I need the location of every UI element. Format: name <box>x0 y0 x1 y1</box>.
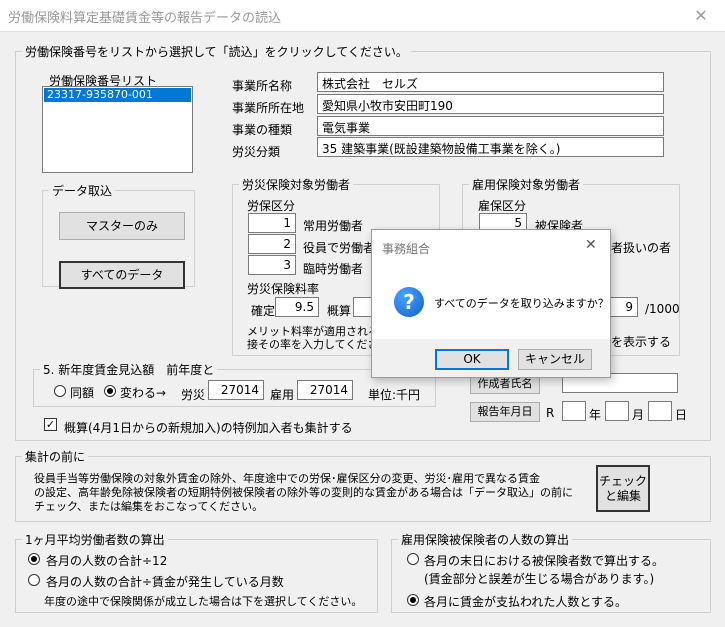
dialog-button-bar: OK キャンセル <box>372 339 610 377</box>
rosai-kubun-field-3[interactable]: 3 <box>248 255 296 275</box>
change-radio[interactable] <box>104 385 116 397</box>
new-year-koyo-label: 雇用 <box>270 388 295 402</box>
rosai-legend: 労災保険対象労働者 <box>242 178 351 192</box>
koyo-legend: 雇用保険対象労働者 <box>472 178 581 192</box>
change-label: 変わる→ <box>120 386 167 400</box>
day-field[interactable] <box>648 401 672 421</box>
cancel-button[interactable]: キャンセル <box>518 349 592 370</box>
new-year-rosai-label: 労災 <box>181 388 206 402</box>
office-name-label: 事業所名称 <box>232 79 293 93</box>
insured-count-legend: 雇用保険被保険者の人数の算出 <box>401 533 570 547</box>
year-field[interactable] <box>562 401 586 421</box>
avg-opt2-radio[interactable] <box>28 574 40 586</box>
new-year-legend: 5. 新年度賃金見込額 前年度と <box>43 363 215 377</box>
window-close-icon[interactable]: ✕ <box>681 2 721 30</box>
rosai-kubun-label-3: 臨時労働者 <box>303 262 364 276</box>
koyo-kubun-label: 雇保区分 <box>478 199 527 213</box>
avg-opt1-label: 各月の人数の合計÷12 <box>46 554 168 568</box>
insured-opt1-label: 各月の末日における被保険者数で算出する。 <box>424 554 665 568</box>
unit-label: 単位:千円 <box>368 388 421 402</box>
insured-opt1-radio[interactable] <box>407 553 419 565</box>
rosai-note-line2: 接その率を入力してください <box>247 338 390 351</box>
dialog-message: すべてのデータを取り込みますか？ <box>434 297 609 310</box>
month-label: 月 <box>632 408 645 422</box>
office-address-field[interactable]: 愛知県小牧市安田町190 <box>317 94 664 114</box>
koyo-note: を表示する <box>611 335 672 349</box>
before-total-legend: 集計の前に <box>25 450 86 464</box>
avg-opt2-label: 各月の人数の合計÷賃金が発生している月数 <box>46 575 284 589</box>
special-members-checkbox[interactable]: ✓ <box>44 418 57 431</box>
avg-opt1-radio[interactable] <box>28 553 40 565</box>
main-group-legend: 労働保険番号をリストから選択して「読込」をクリックしてください。 <box>25 45 408 59</box>
business-type-label: 事業の種類 <box>232 123 293 137</box>
rosai-kubun-field-2[interactable]: 2 <box>248 234 296 254</box>
same-amount-label: 同額 <box>70 386 95 400</box>
insured-opt2-label: 各月に賃金が支払われた人数とする。 <box>424 595 628 609</box>
confirm-dialog: 事務組合 ✕ ? すべてのデータを取り込みますか？ OK キャンセル <box>371 229 611 378</box>
rosai-kubun-field-1[interactable]: 1 <box>248 213 296 233</box>
avg-note: 年度の途中で保険関係が成立した場合は下を選択してください。 <box>44 595 363 608</box>
rosai-category-field[interactable]: 35 建築事業(既設建築物設備工事業を除く。) <box>317 137 664 157</box>
rosai-rate-label: 労災保険料率 <box>247 282 320 296</box>
dialog-title: 事務組合 <box>382 242 431 256</box>
list-item[interactable]: 23317-935870-001 <box>44 88 191 102</box>
avg-workers-legend: 1ヶ月平均労働者数の算出 <box>25 533 165 547</box>
gaisan-label: 概算 <box>327 304 352 318</box>
office-name-field[interactable]: 株式会社 セルズ <box>317 72 664 92</box>
day-label: 日 <box>675 408 688 422</box>
data-import-legend: データ取込 <box>52 184 113 198</box>
rosai-category-label: 労災分類 <box>232 145 281 159</box>
rosai-kubun-label-2: 役員で労働者 <box>303 241 376 255</box>
window-title: 労働保険料算定基礎賃金等の報告データの読込 <box>8 11 282 26</box>
dialog-close-icon[interactable]: ✕ <box>585 237 597 253</box>
kakutei-rate-field[interactable]: 9.5 <box>275 297 319 317</box>
check-button-line1: チェック <box>598 474 647 489</box>
check-button-line2: と編集 <box>604 488 641 503</box>
office-address-label: 事業所所在地 <box>232 101 305 115</box>
question-icon: ? <box>394 287 424 317</box>
rosai-kubun-label: 労保区分 <box>247 199 296 213</box>
koyo-rate-unit: /1000 <box>645 302 680 316</box>
special-members-label: 概算(4月1日からの新規加入)の特例加入者も集計する <box>64 421 353 435</box>
before-total-text-3: チェック、または編集をおこなってください。 <box>34 500 264 513</box>
era-label: R <box>546 406 555 420</box>
ok-button[interactable]: OK <box>435 349 509 370</box>
insured-opt2-radio[interactable] <box>407 594 419 606</box>
new-year-rosai-field[interactable]: 27014 <box>208 380 264 400</box>
title-bar: 労働保険料算定基礎賃金等の報告データの読込 ✕ <box>0 0 725 32</box>
kakutei-label: 確定 <box>251 304 276 318</box>
insurance-number-list[interactable]: 23317-935870-001 <box>42 86 193 173</box>
all-data-button[interactable]: すべてのデータ <box>59 261 185 289</box>
check-and-edit-button[interactable]: チェック と編集 <box>596 465 650 512</box>
same-amount-radio[interactable] <box>54 385 66 397</box>
new-year-koyo-field[interactable]: 27014 <box>297 380 353 400</box>
koyo-kubun-label-2: 者扱いの者 <box>611 241 672 255</box>
business-type-field[interactable]: 電気事業 <box>317 116 664 136</box>
insured-opt1-note: (賃金部分と誤差が生じる場合があります。) <box>424 572 655 586</box>
rosai-kubun-label-1: 常用労働者 <box>303 219 364 233</box>
master-only-button[interactable]: マスターのみ <box>59 212 185 240</box>
report-date-button[interactable]: 報告年月日 <box>470 402 540 422</box>
year-label: 年 <box>589 408 602 422</box>
month-field[interactable] <box>605 401 629 421</box>
